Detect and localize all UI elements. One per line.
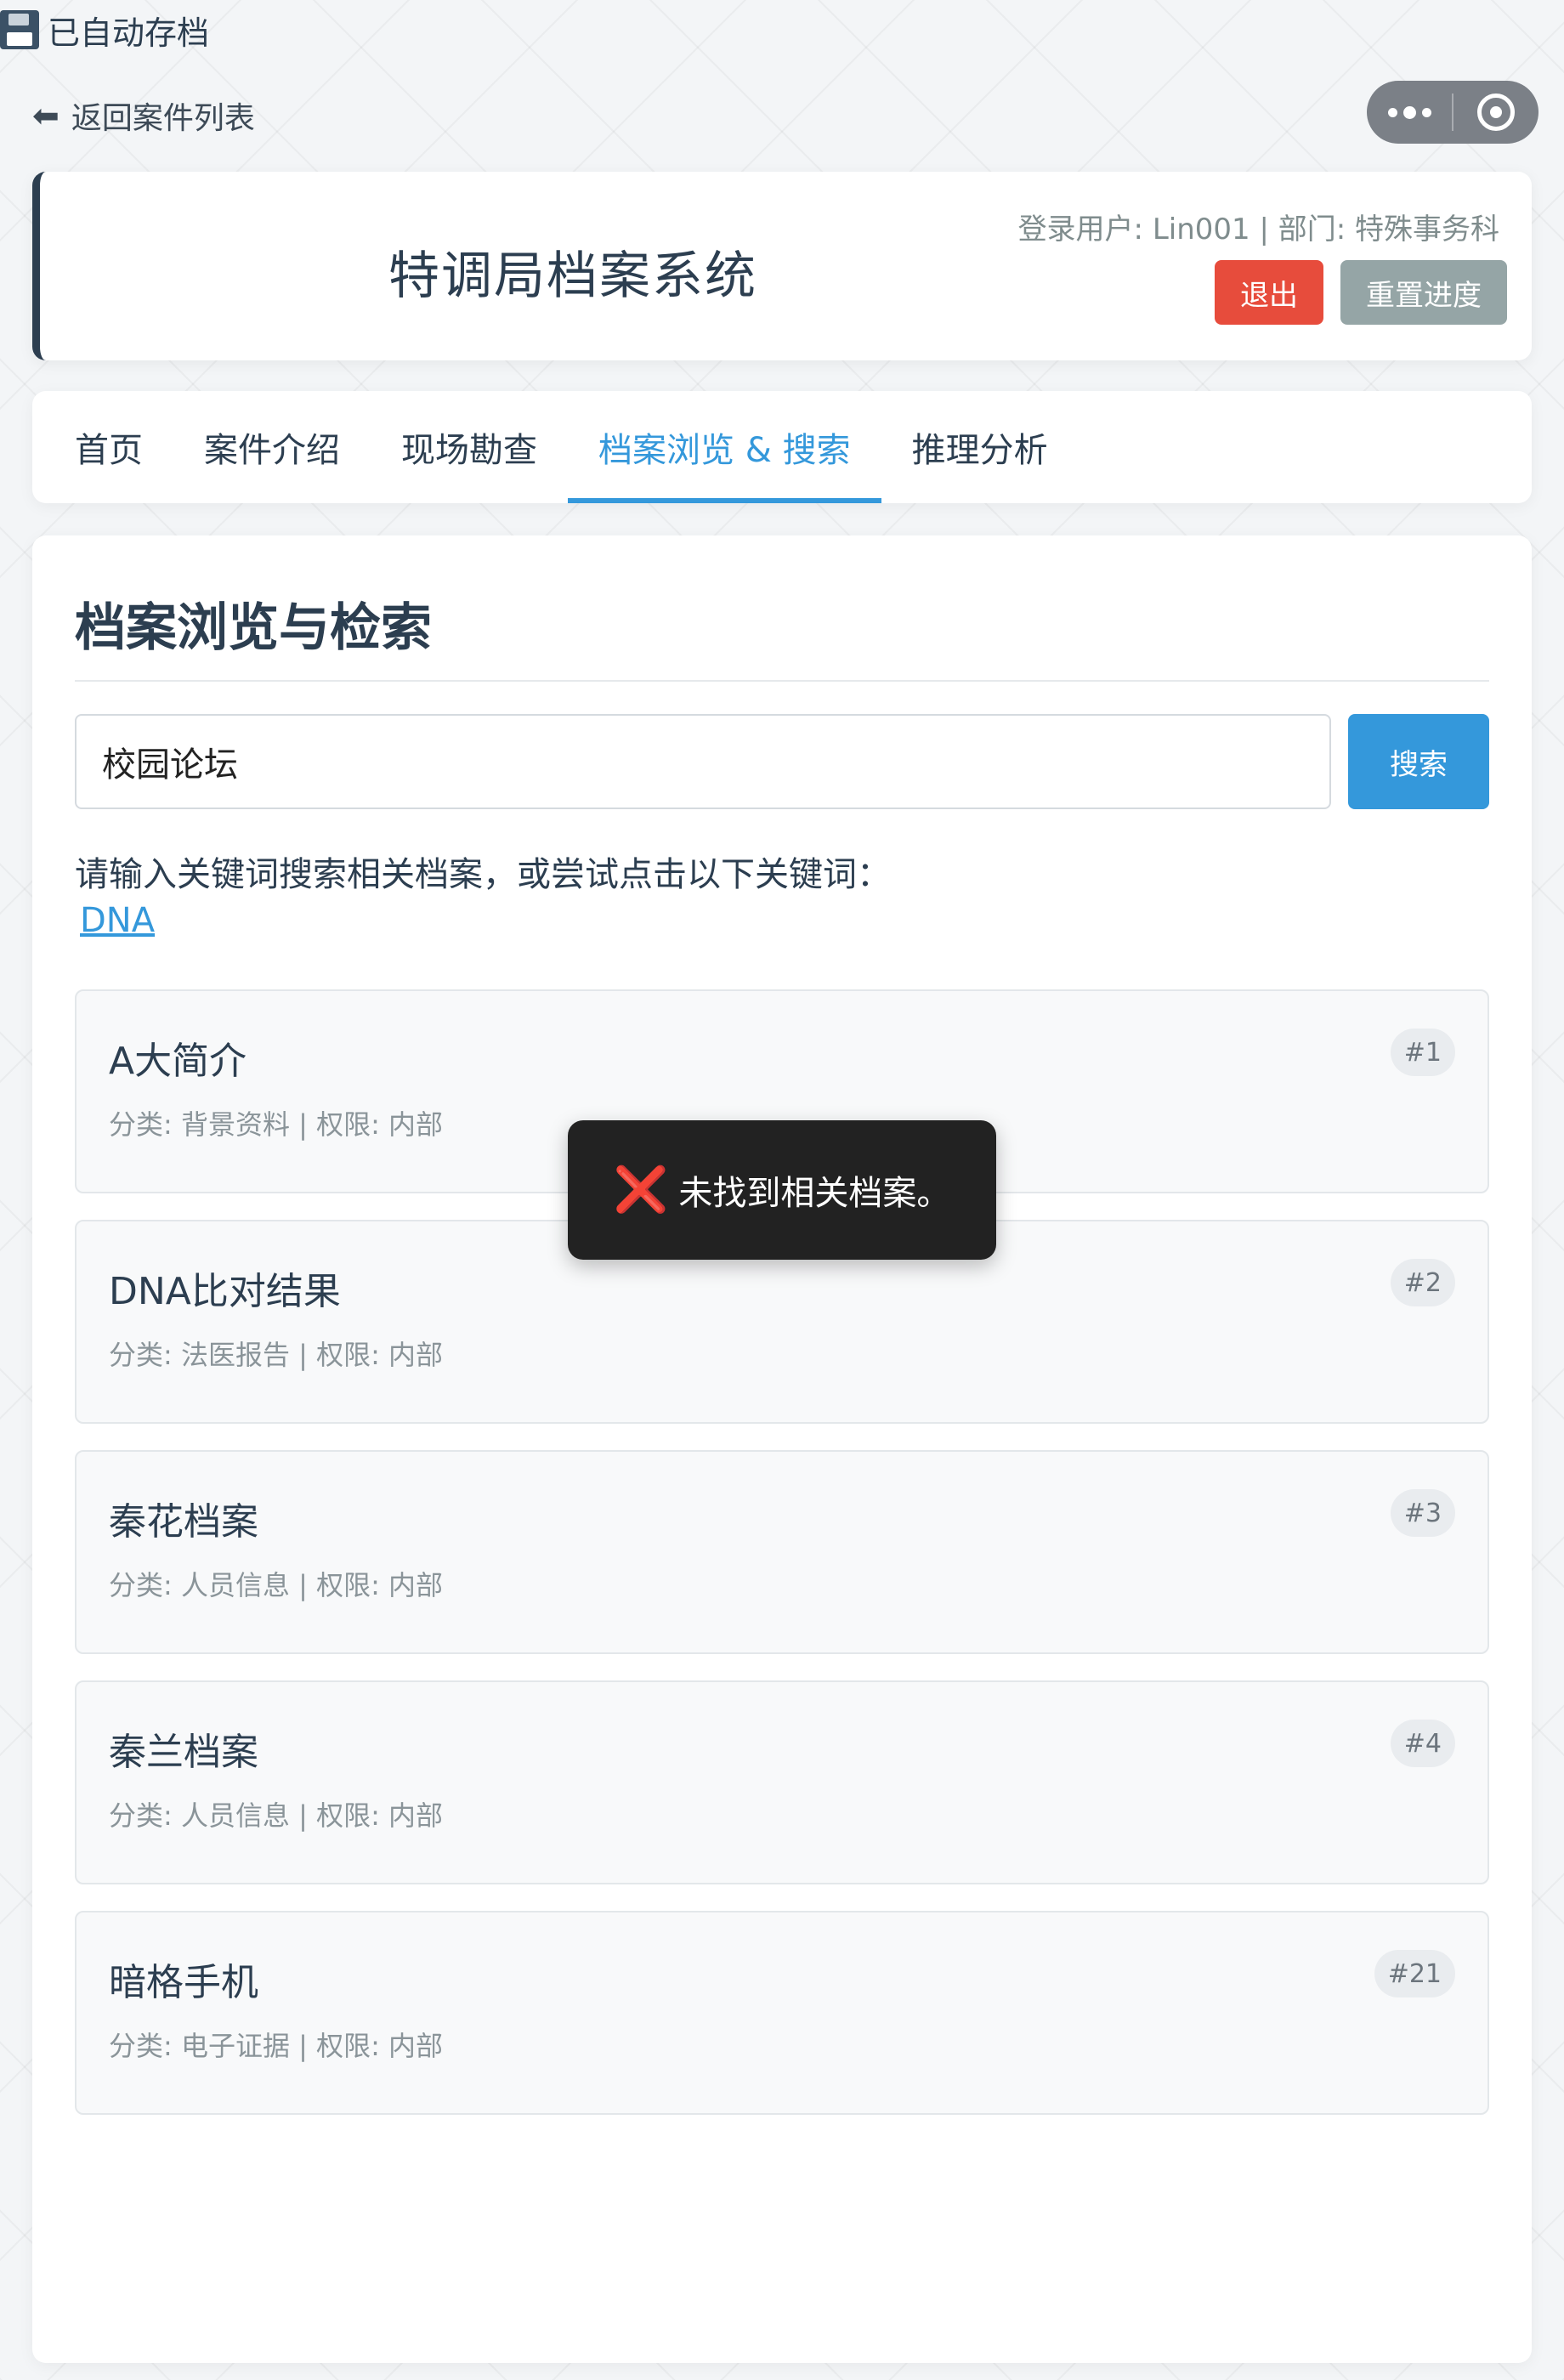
floppy-disk-icon: [0, 10, 39, 49]
not-found-toast: ❌ 未找到相关档案。: [568, 1120, 996, 1260]
search-hint: 请输入关键词搜索相关档案，或尝试点击以下关键词：: [75, 855, 891, 894]
record-id-badge: #2: [1390, 1259, 1455, 1306]
page-title: 档案浏览与检索: [75, 598, 432, 658]
record-card[interactable]: 暗格手机 分类: 电子证据 | 权限: 内部 #21: [75, 1911, 1489, 2115]
record-meta: 分类: 电子证据 | 权限: 内部: [109, 2030, 444, 2062]
tab-bar: 首页 案件介绍 现场勘查 档案浏览 & 搜索 推理分析: [32, 391, 1532, 503]
tab-scene-investigation[interactable]: 现场勘查: [371, 391, 568, 503]
more-dots-icon[interactable]: [1367, 105, 1452, 119]
record-id-badge: #21: [1374, 1950, 1455, 1998]
search-input[interactable]: [75, 714, 1331, 809]
system-title: 特调局档案系统: [388, 246, 757, 306]
miniprogram-capsule: [1367, 81, 1538, 144]
record-meta: 分类: 背景资料 | 权限: 内部: [109, 1108, 444, 1141]
archive-panel: 档案浏览与检索 搜索 请输入关键词搜索相关档案，或尝试点击以下关键词： DNA …: [32, 536, 1532, 2363]
record-title: A大简介: [109, 1040, 247, 1083]
tab-reasoning-analysis[interactable]: 推理分析: [881, 391, 1079, 503]
back-to-case-list-link[interactable]: ⬅ 返回案件列表: [32, 94, 255, 138]
record-meta: 分类: 人员信息 | 权限: 内部: [109, 1569, 444, 1601]
record-id-badge: #4: [1390, 1720, 1455, 1767]
record-title: 暗格手机: [109, 1961, 258, 2004]
system-header: 特调局档案系统 登录用户: Lin001 | 部门: 特殊事务科 退出 重置进度: [32, 172, 1532, 360]
target-circle-icon[interactable]: [1454, 94, 1538, 131]
autosave-label: 已自动存档: [48, 14, 210, 52]
record-title: DNA比对结果: [109, 1270, 341, 1313]
tab-archive-search[interactable]: 档案浏览 & 搜索: [568, 391, 881, 503]
search-button[interactable]: 搜索: [1348, 714, 1489, 809]
toast-message: 未找到相关档案。: [678, 1174, 951, 1213]
error-x-icon: ❌: [613, 1164, 669, 1216]
record-meta: 分类: 法医报告 | 权限: 内部: [109, 1339, 444, 1371]
back-label: 返回案件列表: [71, 101, 255, 136]
arrow-left-icon: ⬅: [32, 97, 60, 134]
record-card[interactable]: 秦花档案 分类: 人员信息 | 权限: 内部 #3: [75, 1450, 1489, 1654]
record-title: 秦花档案: [109, 1500, 258, 1544]
user-info: 登录用户: Lin001 | 部门: 特殊事务科: [1017, 212, 1499, 246]
autosave-indicator: 已自动存档: [0, 5, 209, 54]
logout-button[interactable]: 退出: [1215, 260, 1323, 325]
reset-progress-button[interactable]: 重置进度: [1340, 260, 1507, 325]
tab-case-intro[interactable]: 案件介绍: [173, 391, 371, 503]
tab-home[interactable]: 首页: [44, 391, 173, 503]
record-id-badge: #3: [1390, 1489, 1455, 1537]
keyword-link-dna[interactable]: DNA: [80, 901, 155, 940]
record-id-badge: #1: [1390, 1028, 1455, 1076]
record-meta: 分类: 人员信息 | 权限: 内部: [109, 1799, 444, 1832]
record-card[interactable]: 秦兰档案 分类: 人员信息 | 权限: 内部 #4: [75, 1680, 1489, 1884]
title-divider: [75, 680, 1489, 682]
record-title: 秦兰档案: [109, 1731, 258, 1774]
